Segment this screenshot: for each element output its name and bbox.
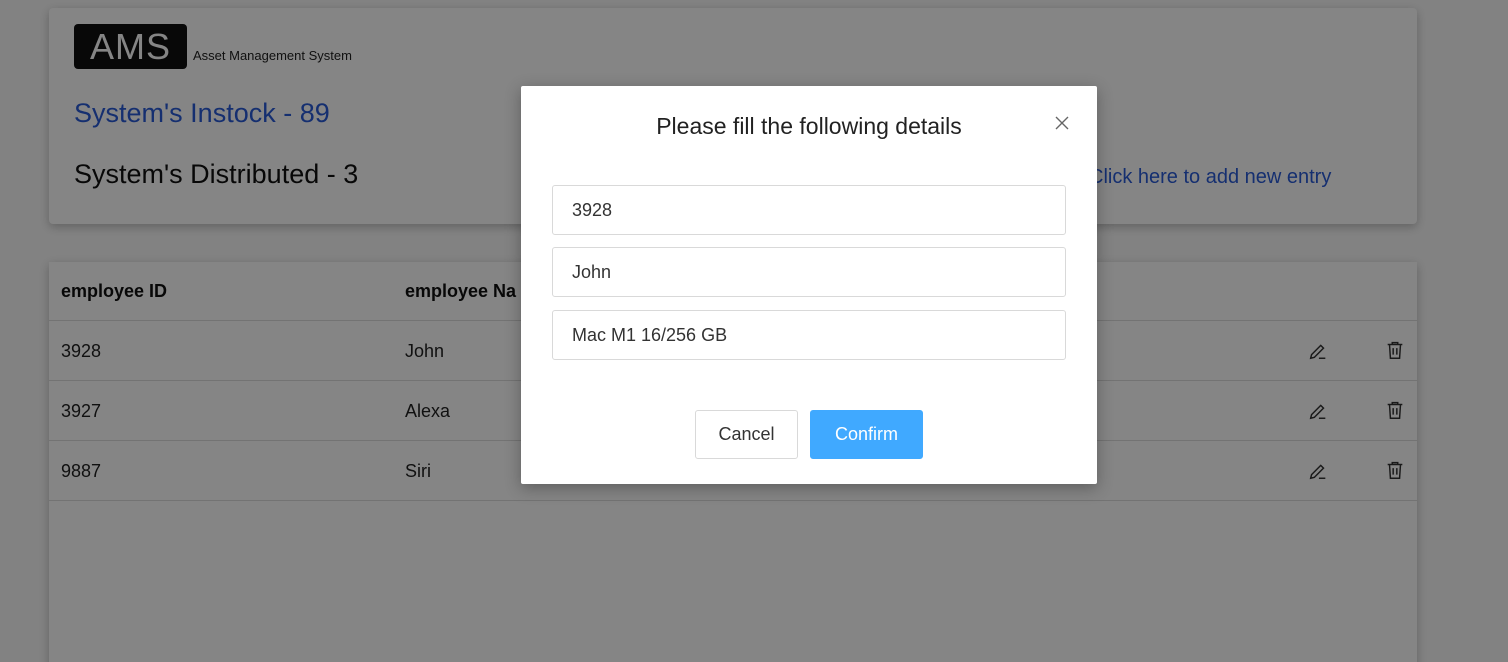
system-details-input[interactable]: [552, 310, 1066, 360]
modal-title: Please fill the following details: [656, 113, 962, 139]
confirm-button[interactable]: Confirm: [810, 410, 923, 459]
employee-id-input[interactable]: [552, 185, 1066, 235]
page: AMS Asset Management System System's Ins…: [0, 0, 1508, 662]
close-icon[interactable]: [1053, 114, 1071, 132]
details-modal: Please fill the following details Cancel…: [521, 86, 1097, 484]
employee-name-input[interactable]: [552, 247, 1066, 297]
cancel-button[interactable]: Cancel: [695, 410, 798, 459]
